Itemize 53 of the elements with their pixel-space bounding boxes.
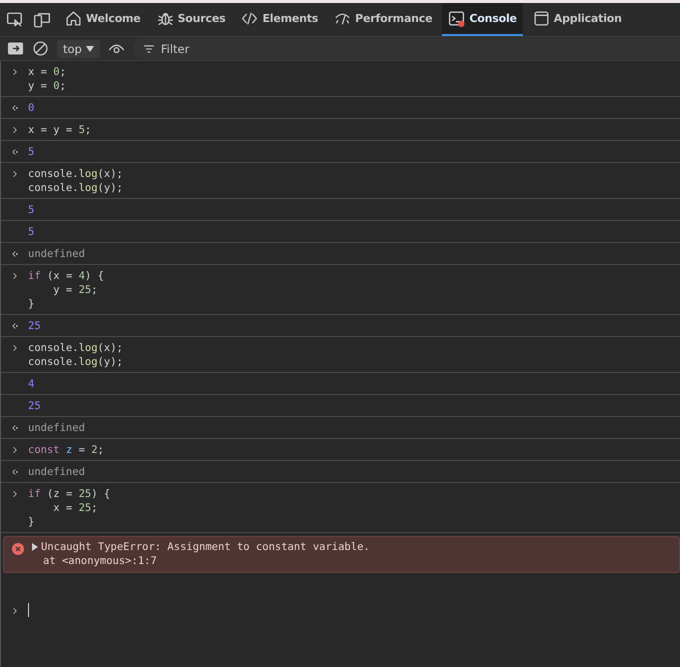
sidebar-icon xyxy=(7,40,24,57)
log-output: 4 xyxy=(28,377,34,391)
tab[interactable]: Sources xyxy=(150,3,232,36)
log-output: 5 xyxy=(28,225,34,239)
filter-field[interactable]: Filter xyxy=(132,38,680,59)
window-icon xyxy=(532,10,550,27)
code-line: x = y = 5; xyxy=(28,123,92,137)
inspect-icon xyxy=(6,10,24,28)
expand-icon[interactable] xyxy=(31,543,39,551)
home-icon xyxy=(65,10,82,27)
code-line: if (x = 4) { xyxy=(28,269,104,283)
error-icon xyxy=(12,543,24,555)
code-line: y = 0; xyxy=(28,79,66,93)
result-value: undefined xyxy=(28,465,85,479)
result-value: undefined xyxy=(28,247,85,261)
return-icon xyxy=(10,147,20,157)
text-cursor xyxy=(28,603,29,617)
result-value: 0 xyxy=(28,101,34,115)
tab[interactable]: Welcome xyxy=(59,3,147,36)
code-icon xyxy=(241,10,258,27)
return-icon xyxy=(10,423,20,433)
stack-trace: at <anonymous>:1:7 xyxy=(42,554,158,568)
code-line: } xyxy=(28,515,36,529)
code-line: console.log(y); xyxy=(28,181,123,195)
result-value: undefined xyxy=(28,421,85,435)
return-icon xyxy=(10,249,20,259)
console-icon xyxy=(448,10,466,27)
code-line: x = 0; xyxy=(28,65,66,79)
return-icon xyxy=(10,103,20,113)
code-line: y = 25; xyxy=(52,283,99,297)
code-line: const z = 2; xyxy=(28,443,104,457)
code-line: console.log(x); xyxy=(28,167,123,181)
code-line: } xyxy=(28,297,36,311)
tab[interactable]: Elements xyxy=(235,3,324,36)
device-icon xyxy=(33,10,51,28)
code-line: console.log(y); xyxy=(28,355,123,369)
context-dropdown[interactable]: top xyxy=(57,40,100,58)
error-text: Uncaught TypeError: Assignment to constant variable. xyxy=(41,540,370,554)
code-line: x = 25; xyxy=(52,501,99,515)
log-output: 5 xyxy=(28,203,34,217)
log-output: 25 xyxy=(28,399,41,413)
return-icon xyxy=(10,467,20,477)
result-value: 25 xyxy=(28,319,41,333)
tab[interactable]: Application xyxy=(526,3,628,36)
code-line: if (z = 25) { xyxy=(28,487,110,501)
code-line: console.log(x); xyxy=(28,341,123,355)
tab[interactable]: Console xyxy=(442,3,523,36)
bug-icon xyxy=(156,10,174,27)
result-value: 5 xyxy=(28,145,34,159)
return-icon xyxy=(10,321,20,331)
clear-icon xyxy=(32,40,49,57)
tab[interactable]: Performance xyxy=(328,3,438,36)
caret-icon xyxy=(86,46,94,52)
